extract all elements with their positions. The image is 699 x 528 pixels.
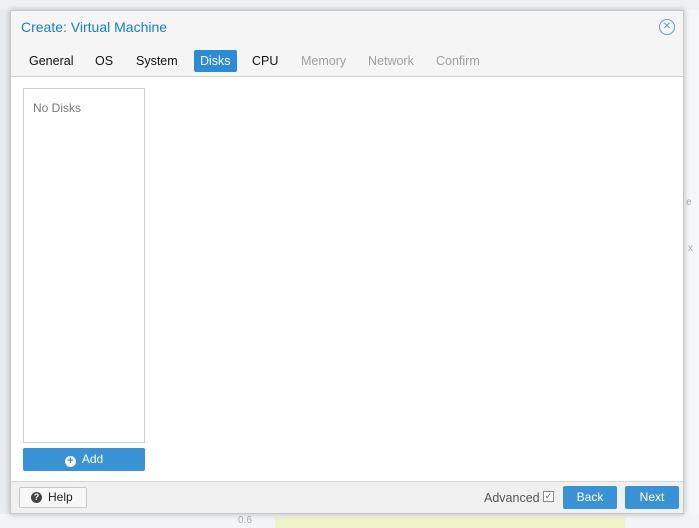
- help-button[interactable]: ? Help: [19, 487, 87, 508]
- back-button[interactable]: Back: [563, 486, 617, 509]
- advanced-checkbox[interactable]: ✓: [543, 491, 554, 502]
- tab-confirm: Confirm: [436, 54, 480, 68]
- create-vm-dialog: Create: Virtual Machine ✕ General OS Sys…: [10, 10, 684, 514]
- background-side-text: e: [686, 197, 692, 208]
- background-app-right: [684, 10, 699, 528]
- add-disk-label: Add: [81, 452, 104, 466]
- background-app-top: [0, 0, 699, 10]
- wizard-tabbar: General OS System Disks CPU Memory Netwo…: [11, 45, 683, 77]
- close-icon[interactable]: ✕: [659, 19, 675, 35]
- tab-system[interactable]: System: [130, 50, 184, 72]
- tab-network: Network: [368, 54, 414, 68]
- background-axis-tick: 0.6: [238, 515, 252, 526]
- next-button[interactable]: Next: [625, 486, 679, 509]
- background-side-text: x: [688, 243, 693, 254]
- empty-disks-text: No Disks: [33, 101, 82, 115]
- tab-cpu[interactable]: CPU: [246, 50, 284, 72]
- tab-os[interactable]: OS: [89, 50, 119, 72]
- question-circle-icon: ?: [31, 492, 42, 503]
- help-label: Help: [48, 490, 73, 504]
- plus-circle-icon: +: [64, 456, 76, 467]
- tab-disks[interactable]: Disks: [194, 50, 237, 72]
- tab-general[interactable]: General: [23, 50, 79, 72]
- dialog-header: Create: Virtual Machine ✕: [11, 11, 683, 45]
- advanced-label: Advanced: [484, 491, 540, 505]
- background-chart-area: [275, 517, 625, 528]
- tab-memory: Memory: [301, 54, 347, 68]
- disk-list[interactable]: No Disks: [23, 88, 145, 443]
- dialog-title: Create: Virtual Machine: [21, 19, 168, 35]
- add-disk-button[interactable]: + Add: [23, 448, 145, 471]
- dialog-footer: ? Help Advanced ✓ Back Next: [11, 481, 683, 513]
